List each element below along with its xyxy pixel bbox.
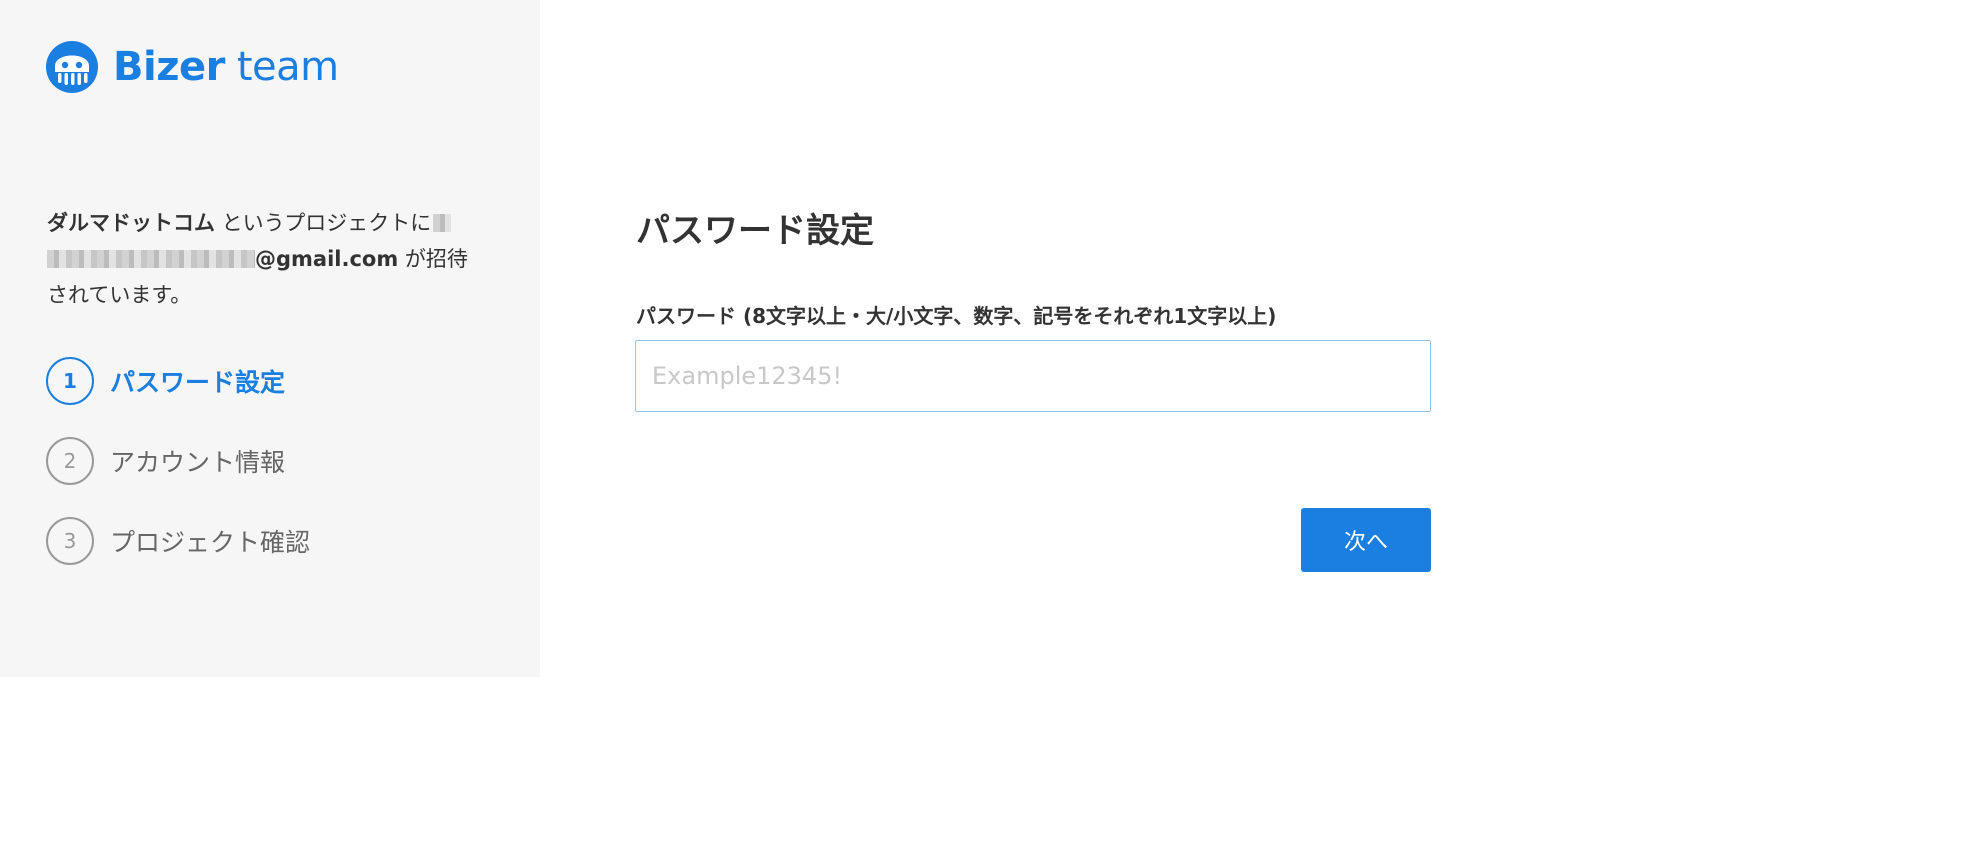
password-label: パスワード (8文字以上・大/小文字、数字、記号をそれぞれ1文字以上)	[636, 304, 1277, 328]
brand-name: Bizer team	[113, 47, 339, 87]
password-input[interactable]	[635, 340, 1431, 412]
step-account-info: 2 アカウント情報	[46, 437, 310, 485]
brand-logo: Bizer team	[45, 40, 339, 94]
step-label: パスワード設定	[110, 368, 286, 397]
step-label: プロジェクト確認	[110, 528, 311, 557]
invite-message: ダルマドットコム というプロジェクトに @gmail.com が招待 されていま…	[47, 205, 477, 313]
invite-text-line3: されています。	[47, 283, 192, 307]
brand-name-light: team	[236, 44, 339, 90]
sidebar: Bizer team ダルマドットコム というプロジェクトに @gmail.com…	[0, 0, 540, 677]
page: Bizer team ダルマドットコム というプロジェクトに @gmail.com…	[0, 0, 1556, 677]
project-name: ダルマドットコム	[47, 211, 215, 235]
main-content: パスワード設定 パスワード (8文字以上・大/小文字、数字、記号をそれぞれ1文字…	[540, 0, 1556, 677]
redacted-email-local	[47, 250, 255, 268]
step-number: 1	[46, 357, 94, 405]
octopus-logo-icon	[46, 41, 98, 93]
email-domain: @gmail.com	[255, 247, 399, 271]
step-project-confirm: 3 プロジェクト確認	[46, 517, 310, 565]
next-button[interactable]: 次へ	[1301, 508, 1431, 572]
invite-text-before-email: というプロジェクトに	[215, 211, 432, 235]
step-password: 1 パスワード設定	[46, 357, 310, 405]
redacted-email-part	[433, 214, 452, 232]
invite-text-after-email: が招待	[398, 247, 468, 271]
step-list: 1 パスワード設定 2 アカウント情報 3 プロジェクト確認	[46, 357, 310, 597]
brand-name-bold: Bizer	[113, 44, 225, 90]
step-number: 3	[46, 517, 94, 565]
step-label: アカウント情報	[110, 448, 286, 477]
step-number: 2	[46, 437, 94, 485]
page-title: パスワード設定	[636, 211, 874, 251]
